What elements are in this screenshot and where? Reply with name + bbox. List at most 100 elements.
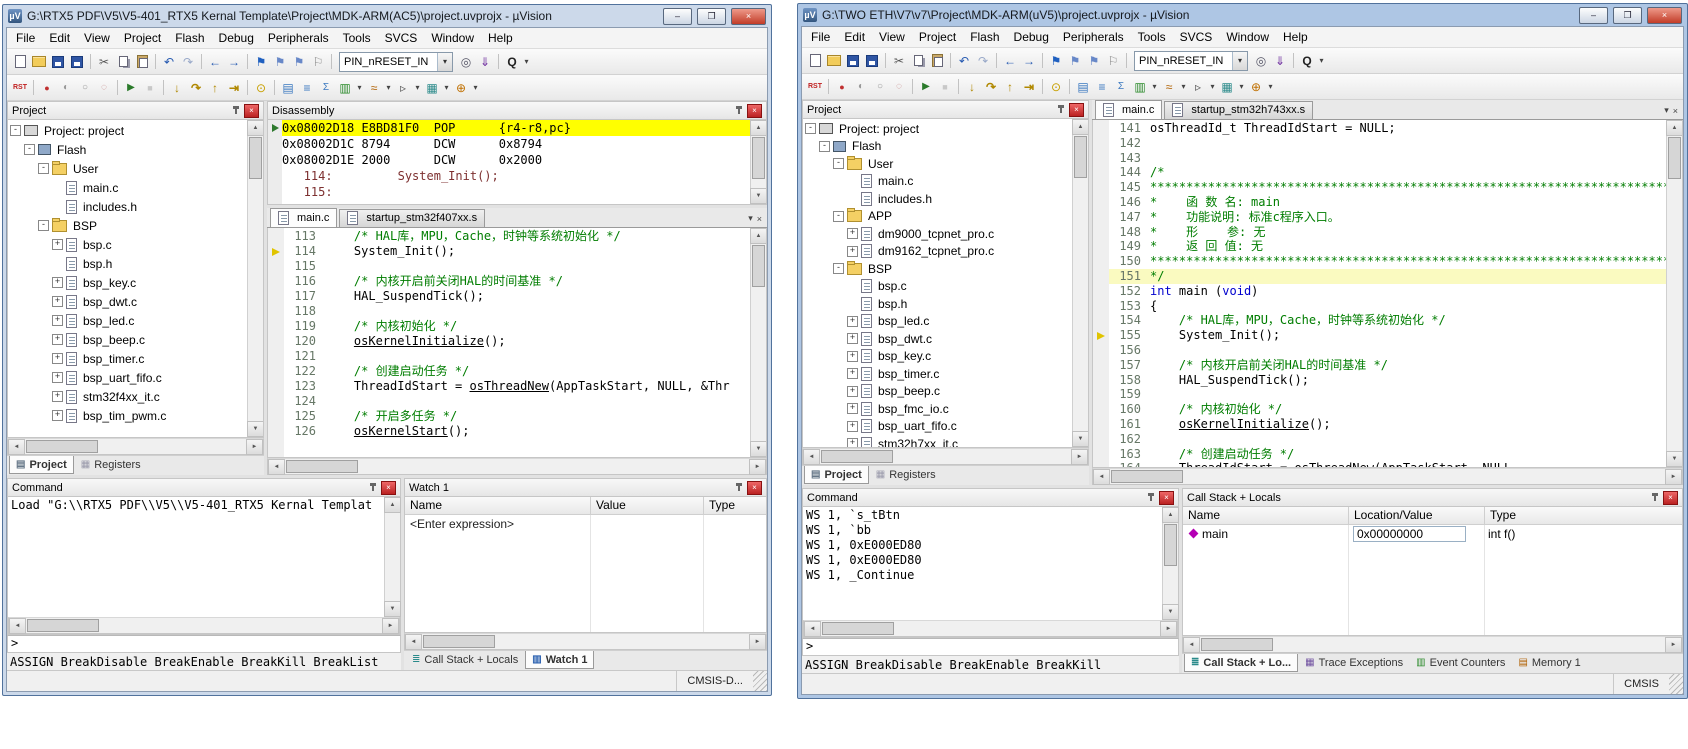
scroll-down-icon[interactable]: ▼ xyxy=(750,441,766,457)
code-line[interactable]: 118 xyxy=(268,304,750,319)
dock-tab[interactable]: ▤ Project xyxy=(9,456,74,474)
scroll-thumb[interactable] xyxy=(1201,638,1273,651)
serial-window-icon[interactable]: ▥ xyxy=(336,79,354,96)
editor-margin[interactable] xyxy=(1093,402,1109,417)
close-button[interactable]: × xyxy=(1647,6,1682,24)
dock-tab[interactable]: ≣ Call Stack + Lo... xyxy=(1184,654,1299,672)
command-output[interactable]: Load "G:\\RTX5 PDF\\V5\\V5-401_RTX5 Kern… xyxy=(8,497,384,617)
tree-expander-icon[interactable]: + xyxy=(847,368,858,380)
dock-tab[interactable]: ▤ Memory 1 xyxy=(1512,654,1586,671)
tree-expander-icon[interactable]: + xyxy=(52,410,63,421)
watch-name-cell[interactable]: <Enter expression> xyxy=(405,517,590,531)
editor-tab[interactable]: main.c xyxy=(270,208,338,227)
code-line[interactable]: 146 * 函 数 名: main xyxy=(1093,195,1666,210)
scroll-left-icon[interactable]: ◄ xyxy=(803,448,820,465)
command-window-icon[interactable]: ▤ xyxy=(1074,78,1092,95)
editor-margin[interactable] xyxy=(268,289,284,304)
tree-expander-icon[interactable]: + xyxy=(52,391,63,402)
scroll-thumb[interactable] xyxy=(1668,137,1681,179)
save-all-icon[interactable] xyxy=(863,52,881,69)
code-line[interactable]: 124 xyxy=(268,394,750,409)
tree-item[interactable]: + dm9000_tcpnet_pro.c xyxy=(803,225,1072,243)
editor-margin[interactable] xyxy=(1093,373,1109,388)
column-header[interactable]: Name xyxy=(405,497,591,514)
editor-margin[interactable] xyxy=(1093,151,1109,166)
scroll-thumb[interactable] xyxy=(286,460,358,473)
menu-file[interactable]: File xyxy=(804,28,837,46)
scroll-thumb[interactable] xyxy=(423,635,495,648)
vertical-scrollbar[interactable]: ▲ ▼ xyxy=(1162,507,1179,620)
scroll-thumb[interactable] xyxy=(1111,470,1183,483)
editor-margin[interactable] xyxy=(1093,239,1109,254)
pin-icon[interactable] xyxy=(1057,104,1066,115)
editor-margin[interactable] xyxy=(1093,461,1109,467)
dock-tab[interactable]: ▦ Trace Exceptions xyxy=(1299,654,1409,671)
code-line[interactable]: 160 /* 内核初始化 */ xyxy=(1093,402,1666,417)
code-line[interactable]: 115 xyxy=(268,259,750,274)
menu-project[interactable]: Project xyxy=(912,28,963,46)
scroll-left-icon[interactable]: ◄ xyxy=(405,633,422,650)
new-file-icon[interactable] xyxy=(11,53,29,70)
tree-item[interactable]: main.c xyxy=(8,178,247,197)
disable-all-breakpoints-icon[interactable]: ○ xyxy=(871,78,889,95)
tree-item[interactable]: includes.h xyxy=(8,197,247,216)
show-current-statement-icon[interactable]: ⊙ xyxy=(252,79,270,96)
tree-expander-icon[interactable]: + xyxy=(847,438,858,447)
dropdown-arrow-icon[interactable]: ▾ xyxy=(1179,78,1188,95)
editor-margin[interactable] xyxy=(1093,225,1109,240)
toolbox-icon[interactable]: ⊕ xyxy=(452,79,470,96)
editor-margin[interactable] xyxy=(268,274,284,289)
dropdown-arrow-icon[interactable]: ▾ xyxy=(1208,78,1217,95)
debug-magnifier-icon[interactable]: Q xyxy=(1298,52,1316,69)
open-file-icon[interactable] xyxy=(30,53,48,70)
code-line[interactable]: 153 { xyxy=(1093,299,1666,314)
scroll-down-icon[interactable]: ▼ xyxy=(247,421,263,437)
tab-close-icon[interactable]: × xyxy=(757,214,762,224)
editor-margin[interactable] xyxy=(1093,447,1109,462)
editor-margin[interactable] xyxy=(1093,417,1109,432)
copy-icon[interactable] xyxy=(909,52,927,69)
step-over-icon[interactable]: ↷ xyxy=(187,79,205,96)
tree-item[interactable]: - BSP xyxy=(803,260,1072,278)
horizontal-scrollbar[interactable]: ◄ ► xyxy=(8,617,400,634)
command-input[interactable]: > xyxy=(802,638,1179,656)
disassembly-window-icon[interactable]: ≡ xyxy=(1093,78,1111,95)
dropdown-arrow-icon[interactable]: ▾ xyxy=(1317,52,1326,69)
code-line[interactable]: 113 /* HAL库，MPU，Cache，时钟等系统初始化 */ xyxy=(268,229,750,244)
bookmark-clear-icon[interactable]: ⚐ xyxy=(309,53,327,70)
run-to-cursor-icon[interactable]: ⇥ xyxy=(1020,78,1038,95)
dropdown-arrow-icon[interactable]: ▾ xyxy=(1237,78,1246,95)
dock-tab[interactable]: ▥ Event Counters xyxy=(1410,654,1511,671)
editor-margin[interactable] xyxy=(1093,358,1109,373)
scroll-right-icon[interactable]: ► xyxy=(382,617,399,634)
toolbox-icon[interactable]: ⊕ xyxy=(1247,78,1265,95)
step-out-icon[interactable]: ↑ xyxy=(1001,78,1019,95)
pin-icon[interactable] xyxy=(735,482,744,493)
editor-margin[interactable] xyxy=(1093,121,1109,136)
panel-close-icon[interactable]: × xyxy=(747,480,762,495)
tree-expander-icon[interactable]: + xyxy=(847,350,858,362)
panel-close-icon[interactable]: × xyxy=(244,103,259,118)
menu-edit[interactable]: Edit xyxy=(837,28,872,46)
editor-margin[interactable] xyxy=(1093,269,1109,284)
call-stack-name-cell[interactable]: main xyxy=(1183,527,1348,541)
title-bar[interactable]: µV G:\RTX5 PDF\V5\V5-401_RTX5 Kernal Tem… xyxy=(3,5,771,27)
watch-row[interactable]: <Enter expression> xyxy=(405,515,766,532)
menu-window[interactable]: Window xyxy=(1219,28,1276,46)
tree-item[interactable]: + stm32f4xx_it.c xyxy=(8,387,247,406)
disassembly-line[interactable]: 0x08002D1E 2000 DCW 0x2000 xyxy=(268,152,750,168)
editor-margin[interactable] xyxy=(1093,284,1109,299)
editor-margin[interactable] xyxy=(268,409,284,424)
pin-icon[interactable] xyxy=(369,482,378,493)
code-line[interactable]: 155 System_Init(); xyxy=(1093,328,1666,343)
code-line[interactable]: 125 /* 开启多任务 */ xyxy=(268,409,750,424)
tree-expander-icon[interactable]: + xyxy=(847,403,858,415)
code-line[interactable]: 154 /* HAL库，MPU，Cache，时钟等系统初始化 */ xyxy=(1093,313,1666,328)
tree-expander-icon[interactable]: + xyxy=(52,334,63,345)
symbol-window-icon[interactable]: Σ xyxy=(1112,78,1130,95)
step-out-icon[interactable]: ↑ xyxy=(206,79,224,96)
run-icon[interactable]: ▶ xyxy=(122,79,140,96)
scroll-thumb[interactable] xyxy=(26,440,98,453)
editor-margin[interactable] xyxy=(1093,254,1109,269)
run-icon[interactable]: ▶ xyxy=(917,78,935,95)
